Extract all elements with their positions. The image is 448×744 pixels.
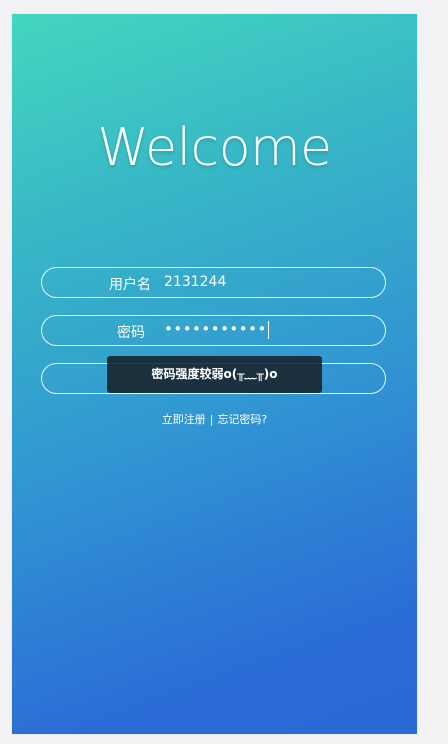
bottom-links: 立即注册 | 忘记密码? [12, 411, 417, 427]
text-caret [267, 320, 269, 339]
username-label: 用户名 [109, 277, 151, 293]
password-field[interactable]: 密码 ••••••••••• [41, 315, 386, 346]
register-link[interactable]: 立即注册 [162, 411, 206, 427]
password-label: 密码 [117, 325, 145, 341]
username-field[interactable]: 用户名 2131244 [41, 267, 386, 298]
username-input[interactable]: 2131244 [164, 274, 226, 290]
password-dots: ••••••••••• [164, 320, 267, 338]
password-input[interactable]: ••••••••••• [164, 320, 269, 339]
forgot-password-link[interactable]: 忘记密码? [217, 411, 267, 427]
login-screen: Welcome 用户名 2131244 密码 ••••••••••• 密码强度较… [12, 14, 417, 734]
password-strength-toast: 密码强度较弱o(╥﹏╥)o [107, 356, 322, 393]
links-separator: | [209, 413, 214, 426]
welcome-title: Welcome [97, 118, 332, 178]
